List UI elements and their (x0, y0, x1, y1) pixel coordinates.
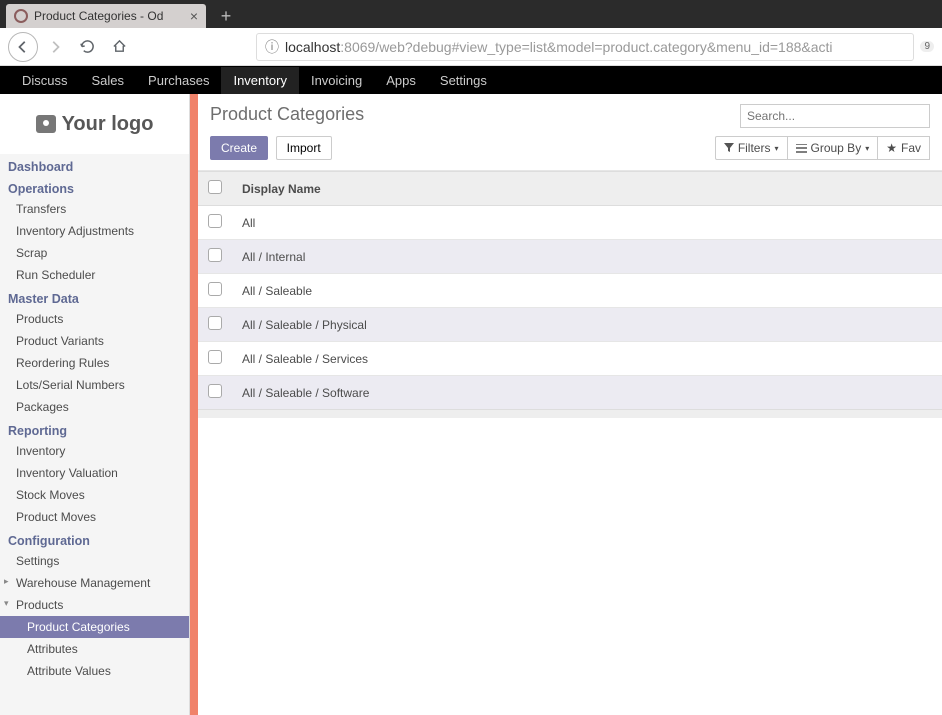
url-host: localhost (285, 39, 340, 55)
groupby-label: Group By (811, 141, 862, 155)
side-item-inventory[interactable]: Inventory (0, 440, 189, 462)
side-item-run-scheduler[interactable]: Run Scheduler (0, 264, 189, 286)
side-item-lots-serial-numbers[interactable]: Lots/Serial Numbers (0, 374, 189, 396)
forward-button[interactable] (40, 32, 70, 62)
side-section-configuration[interactable]: Configuration (0, 528, 189, 550)
url-badge: 9 (920, 41, 934, 52)
table-row[interactable]: All / Saleable / Physical (198, 308, 942, 342)
side-item-product-categories[interactable]: Product Categories (0, 616, 189, 638)
close-icon[interactable]: × (190, 8, 198, 24)
topmenu-invoicing[interactable]: Invoicing (299, 67, 374, 94)
column-display-name[interactable]: Display Name (232, 172, 942, 206)
tab-title: Product Categories - Od (34, 9, 190, 23)
sidebar: Your logo DashboardOperationsTransfersIn… (0, 94, 190, 715)
browser-tab[interactable]: Product Categories - Od × (6, 4, 206, 28)
logo-text: Your logo (62, 113, 154, 136)
cell-display-name: All / Saleable (232, 274, 942, 308)
caret-icon: ▸ (4, 576, 9, 587)
home-button[interactable] (104, 32, 134, 62)
row-checkbox[interactable] (208, 316, 222, 330)
filters-label: Filters (738, 141, 771, 155)
side-section-master-data[interactable]: Master Data (0, 286, 189, 308)
side-item-attributes[interactable]: Attributes (0, 638, 189, 660)
filters-button[interactable]: Filters ▾ (715, 136, 788, 160)
table-row[interactable]: All / Saleable / Software (198, 376, 942, 410)
browser-tab-strip: Product Categories - Od × + (0, 0, 942, 28)
side-item-scrap[interactable]: Scrap (0, 242, 189, 264)
new-tab-button[interactable]: + (212, 5, 240, 27)
favorites-button[interactable]: ★ Fav (878, 136, 930, 160)
topmenu-sales[interactable]: Sales (80, 67, 137, 94)
cell-display-name: All / Internal (232, 240, 942, 274)
page-title: Product Categories (210, 104, 364, 125)
groupby-button[interactable]: Group By ▾ (788, 136, 879, 160)
table-row[interactable]: All / Internal (198, 240, 942, 274)
table-row[interactable]: All / Saleable / Services (198, 342, 942, 376)
side-item-inventory-adjustments[interactable]: Inventory Adjustments (0, 220, 189, 242)
side-section-operations[interactable]: Operations (0, 176, 189, 198)
side-section-dashboard[interactable]: Dashboard (0, 154, 189, 176)
table-row[interactable]: All / Saleable (198, 274, 942, 308)
row-checkbox[interactable] (208, 350, 222, 364)
side-item-product-moves[interactable]: Product Moves (0, 506, 189, 528)
cell-display-name: All (232, 206, 942, 240)
side-item-products[interactable]: ▾Products (0, 594, 189, 616)
info-icon: ⓘ (265, 37, 279, 57)
row-checkbox[interactable] (208, 248, 222, 262)
topmenu-purchases[interactable]: Purchases (136, 67, 221, 94)
side-item-packages[interactable]: Packages (0, 396, 189, 418)
import-button[interactable]: Import (276, 136, 332, 160)
side-item-settings[interactable]: Settings (0, 550, 189, 572)
tab-favicon (14, 9, 28, 23)
topmenu-apps[interactable]: Apps (374, 67, 428, 94)
row-checkbox[interactable] (208, 384, 222, 398)
side-item-transfers[interactable]: Transfers (0, 198, 189, 220)
url-bar[interactable]: ⓘ localhost :8069/web?debug#view_type=li… (256, 33, 914, 61)
filter-icon (724, 143, 734, 153)
select-all-checkbox[interactable] (208, 180, 222, 194)
chevron-down-icon: ▾ (865, 144, 869, 153)
accent-strip (190, 94, 198, 715)
topmenu-inventory[interactable]: Inventory (221, 67, 298, 94)
side-item-inventory-valuation[interactable]: Inventory Valuation (0, 462, 189, 484)
side-item-reordering-rules[interactable]: Reordering Rules (0, 352, 189, 374)
url-path: :8069/web?debug#view_type=list&model=pro… (340, 39, 832, 55)
main-content: Product Categories Create Import Filters… (198, 94, 942, 715)
side-item-product-variants[interactable]: Product Variants (0, 330, 189, 352)
side-item-attribute-values[interactable]: Attribute Values (0, 660, 189, 682)
create-button[interactable]: Create (210, 136, 268, 160)
star-icon: ★ (886, 141, 897, 155)
row-checkbox[interactable] (208, 214, 222, 228)
side-item-warehouse-management[interactable]: ▸Warehouse Management (0, 572, 189, 594)
topmenu-discuss[interactable]: Discuss (10, 67, 80, 94)
side-item-stock-moves[interactable]: Stock Moves (0, 484, 189, 506)
search-input[interactable] (740, 104, 930, 128)
search-toolbar: Filters ▾ Group By ▾ ★ Fav (715, 136, 930, 160)
back-button[interactable] (8, 32, 38, 62)
top-menu: DiscussSalesPurchasesInventoryInvoicingA… (0, 66, 942, 94)
cell-display-name: All / Saleable / Services (232, 342, 942, 376)
table-row[interactable]: All (198, 206, 942, 240)
logo-area[interactable]: Your logo (0, 94, 189, 154)
cell-display-name: All / Saleable / Software (232, 376, 942, 410)
side-section-reporting[interactable]: Reporting (0, 418, 189, 440)
side-item-products[interactable]: Products (0, 308, 189, 330)
favorites-label: Fav (901, 141, 921, 155)
row-checkbox[interactable] (208, 282, 222, 296)
browser-toolbar: ⓘ localhost :8069/web?debug#view_type=li… (0, 28, 942, 66)
chevron-down-icon: ▾ (774, 144, 778, 153)
category-table: Display Name AllAll / InternalAll / Sale… (198, 171, 942, 418)
reload-button[interactable] (72, 32, 102, 62)
camera-icon (36, 115, 56, 133)
list-icon (796, 144, 807, 153)
cell-display-name: All / Saleable / Physical (232, 308, 942, 342)
control-panel: Product Categories Create Import Filters… (198, 94, 942, 171)
topmenu-settings[interactable]: Settings (428, 67, 499, 94)
caret-icon: ▾ (4, 598, 9, 609)
